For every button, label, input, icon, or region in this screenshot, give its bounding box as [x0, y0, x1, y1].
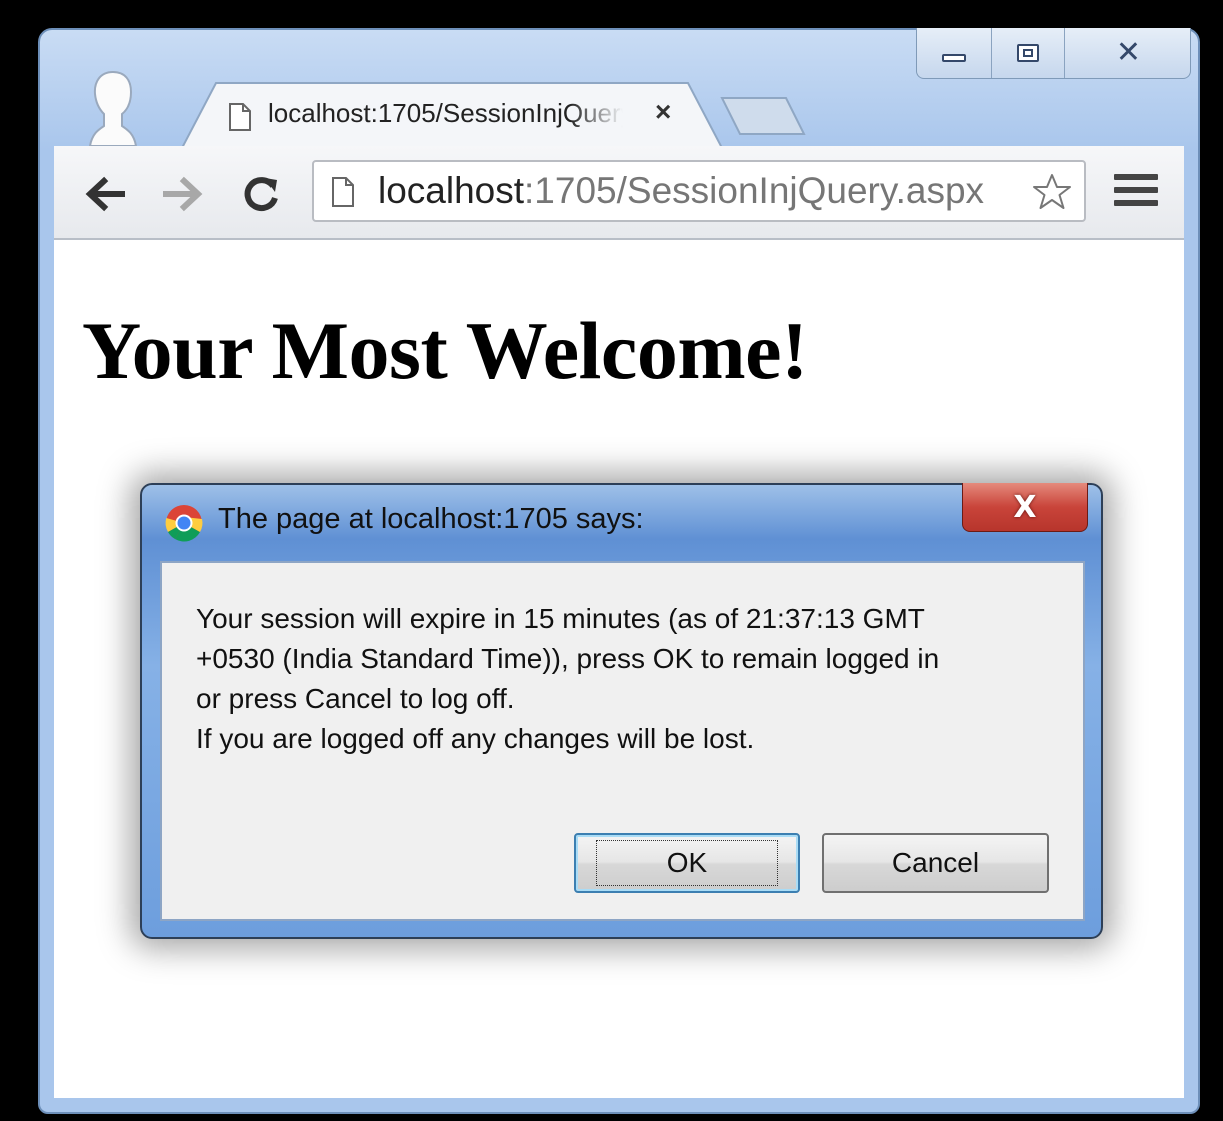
maximize-button[interactable]	[992, 28, 1065, 78]
star-icon[interactable]	[1032, 172, 1072, 212]
address-bar[interactable]: localhost:1705/SessionInjQuery.aspx	[312, 160, 1086, 222]
page-icon	[332, 177, 354, 207]
alert-dialog: The page at localhost:1705 says: X Your …	[140, 483, 1103, 939]
cancel-button-label: Cancel	[891, 847, 980, 878]
url-path: :1705/SessionInjQuery.aspx	[524, 170, 985, 211]
minimize-button[interactable]	[917, 28, 992, 78]
menu-bar	[1114, 174, 1158, 180]
arrow-right-icon	[163, 176, 203, 212]
dialog-title: The page at localhost:1705 says:	[218, 503, 644, 535]
page-icon	[229, 103, 251, 131]
profile-avatar-icon[interactable]	[86, 68, 140, 146]
back-button[interactable]	[82, 172, 128, 216]
dialog-body: Your session will expire in 15 minutes (…	[160, 561, 1085, 921]
browser-tab[interactable]: localhost:1705/SessionInjQuery.aspx ×	[182, 82, 722, 148]
new-tab-button[interactable]	[720, 96, 806, 136]
tab-close-icon[interactable]: ×	[655, 96, 671, 128]
chrome-icon	[165, 505, 203, 542]
minimize-icon	[942, 54, 966, 62]
window-caption-buttons: ✕	[916, 28, 1191, 79]
dialog-close-button[interactable]: X	[962, 483, 1088, 532]
restore-icon	[1017, 44, 1039, 62]
close-icon: ✕	[1115, 35, 1142, 70]
tab-title: localhost:1705/SessionInjQuery.aspx	[268, 98, 623, 128]
menu-bar	[1114, 187, 1158, 193]
cancel-button[interactable]: Cancel	[822, 833, 1049, 893]
hamburger-menu-icon[interactable]	[1114, 174, 1158, 214]
message-line: If you are logged off any changes will b…	[196, 723, 755, 754]
menu-bar	[1114, 200, 1158, 206]
message-line: +0530 (India Standard Time)), press OK t…	[196, 643, 940, 674]
ok-button-label: OK	[595, 840, 779, 886]
reload-icon	[244, 177, 278, 212]
url-host: localhost	[378, 170, 525, 211]
browser-toolbar: localhost:1705/SessionInjQuery.aspx	[54, 146, 1184, 240]
dialog-message: Your session will expire in 15 minutes (…	[196, 599, 1056, 759]
message-line: Your session will expire in 15 minutes (…	[196, 603, 925, 634]
arrow-left-icon	[85, 176, 125, 212]
url-text: localhost:1705/SessionInjQuery.aspx	[378, 170, 984, 212]
reload-button[interactable]	[238, 172, 284, 216]
forward-button[interactable]	[160, 172, 206, 216]
message-line: or press Cancel to log off.	[196, 683, 515, 714]
close-icon: X	[1013, 489, 1037, 525]
ok-button[interactable]: OK	[574, 833, 800, 893]
page-heading: Your Most Welcome!	[82, 305, 808, 396]
window-close-button[interactable]: ✕	[1065, 28, 1190, 78]
